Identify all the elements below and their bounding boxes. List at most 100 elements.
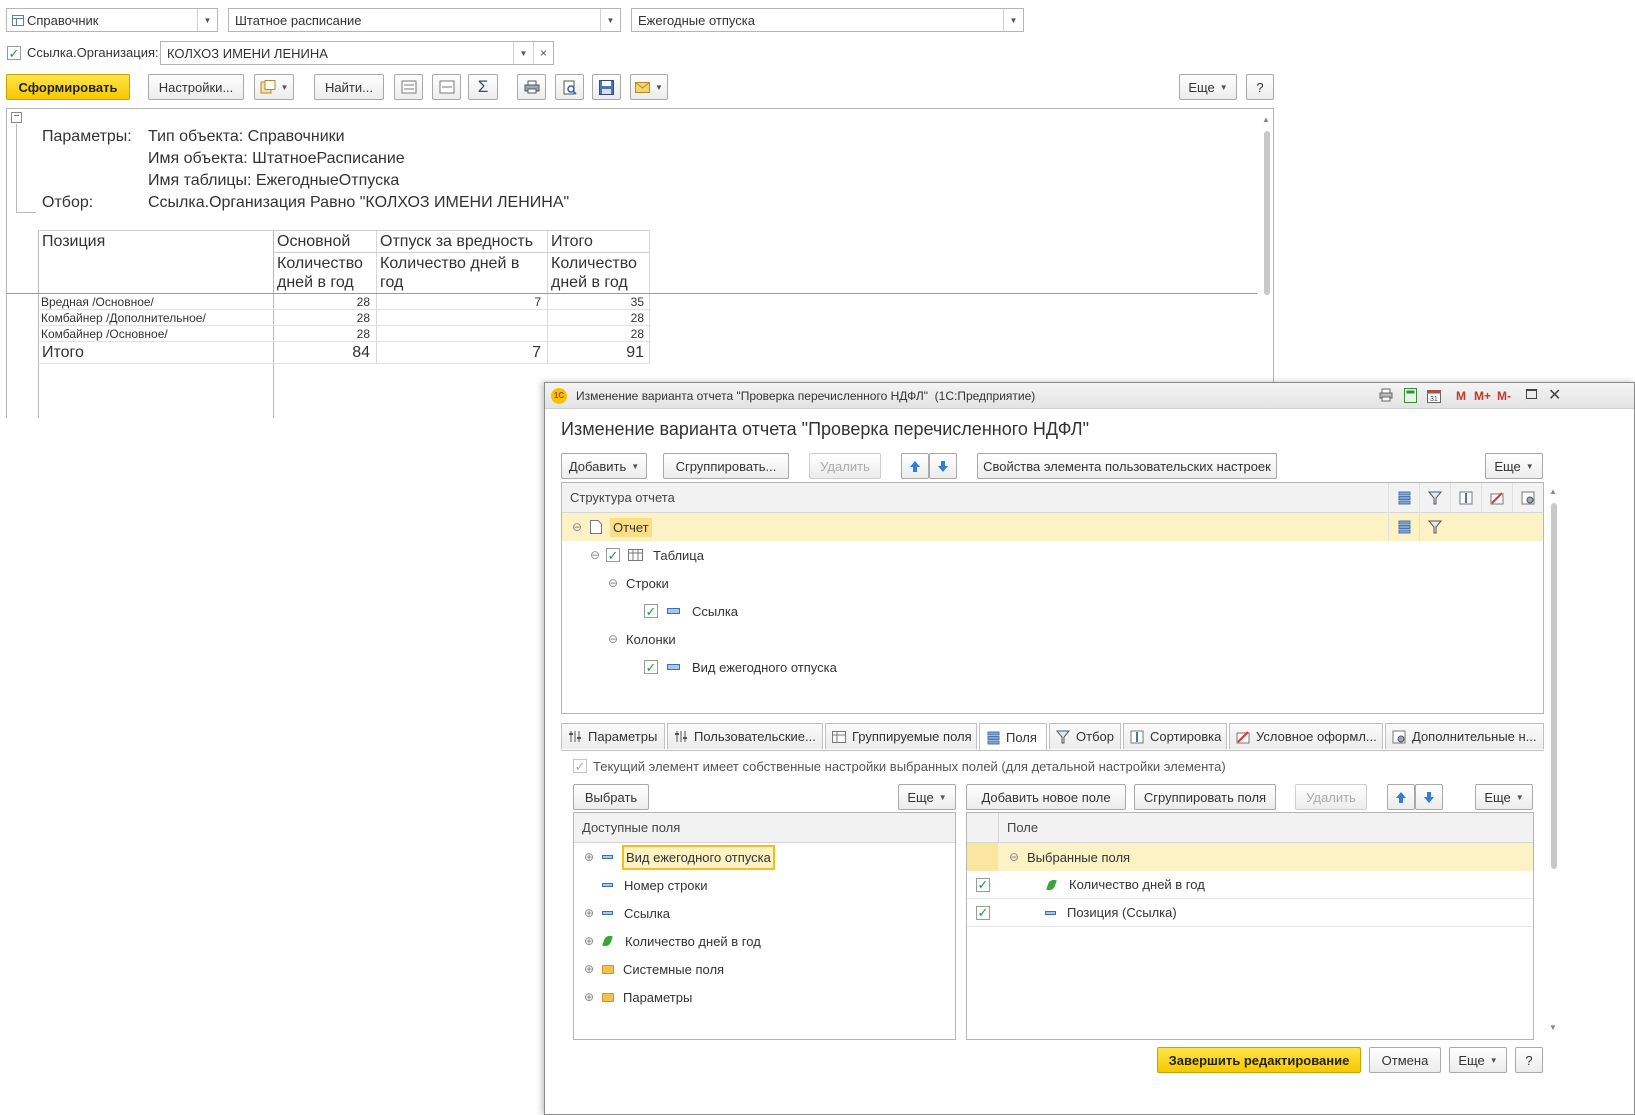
tab-parameters[interactable]: Параметры	[561, 723, 665, 749]
collapse-icon[interactable]: ⊖	[606, 576, 620, 590]
element-properties-button[interactable]: Свойства элемента пользовательских настр…	[977, 453, 1277, 479]
tab-additional[interactable]: Дополнительные н...	[1385, 723, 1544, 749]
print-icon[interactable]	[1379, 388, 1393, 405]
available-field-row[interactable]: ⊕ Вид ежегодного отпуска	[574, 843, 955, 871]
group-button[interactable]: Сгруппировать...	[663, 453, 789, 479]
variants-button[interactable]: ▼	[254, 74, 294, 100]
more-button[interactable]: Еще ▼	[1179, 74, 1237, 100]
right-move-down-button[interactable]	[1415, 784, 1443, 810]
send-mail-button[interactable]: ▼	[630, 74, 668, 100]
chevron-down-icon[interactable]: ▼	[197, 9, 217, 31]
clear-icon[interactable]: ×	[533, 42, 553, 64]
tab-fields[interactable]: Поля	[979, 723, 1047, 751]
selected-field-checkbox[interactable]: ✓	[976, 877, 990, 892]
collapse-icon[interactable]: ⊖	[570, 520, 584, 534]
collapse-groups-button[interactable]	[432, 74, 461, 100]
dialog-titlebar[interactable]: 1С Изменение варианта отчета "Проверка п…	[545, 383, 1634, 409]
memory-mplus-button[interactable]: M+	[1474, 389, 1491, 403]
available-field-row[interactable]: ⊕ Количество дней в год	[574, 927, 955, 955]
expand-icon[interactable]: ⊕	[582, 906, 596, 920]
tab-user-fields[interactable]: Пользовательские...	[667, 723, 823, 749]
add-field-button[interactable]: Добавить новое поле	[966, 784, 1126, 810]
tab-sorting[interactable]: Сортировка	[1123, 723, 1227, 749]
available-field-row[interactable]: ⊕ Параметры	[574, 983, 955, 1011]
object-name-select[interactable]: Штатное расписание ▼	[228, 8, 621, 32]
expand-icon[interactable]: ⊕	[582, 934, 596, 948]
preview-button[interactable]	[555, 74, 584, 100]
calendar-icon[interactable]: 31	[1427, 388, 1441, 406]
move-down-button[interactable]	[929, 453, 957, 479]
sum-button[interactable]: Σ	[468, 74, 498, 100]
select-button[interactable]: Выбрать	[573, 784, 649, 810]
tab-filter[interactable]: Отбор	[1049, 723, 1121, 749]
right-delete-button[interactable]: Удалить	[1295, 784, 1367, 810]
maximize-icon[interactable]	[1526, 389, 1537, 399]
memory-mminus-button[interactable]: M-	[1497, 389, 1511, 403]
structure-row-rows[interactable]: ⊖ Строки	[562, 569, 1543, 597]
tab-grouped-fields[interactable]: Группируемые поля	[825, 723, 977, 749]
footer-help-button[interactable]: ?	[1515, 1047, 1543, 1073]
close-icon[interactable]: ✕	[1548, 385, 1561, 405]
collapse-icon[interactable]: ⊖	[606, 632, 620, 646]
table-name-select[interactable]: Ежегодные отпуска ▼	[631, 8, 1024, 32]
chevron-down-icon[interactable]: ▼	[513, 42, 533, 64]
structure-row-columns[interactable]: ⊖ Колонки	[562, 625, 1543, 653]
report-variant-dialog[interactable]: 1С Изменение варианта отчета "Проверка п…	[544, 382, 1635, 1115]
table-checkbox[interactable]: ✓	[606, 548, 620, 562]
expand-icon[interactable]: ⊕	[582, 990, 596, 1004]
vertical-scrollbar[interactable]	[1264, 131, 1270, 295]
chevron-down-icon[interactable]: ▼	[600, 9, 620, 31]
link-checkbox[interactable]: ✓	[644, 604, 658, 618]
object-type-select[interactable]: Справочник ▼	[6, 8, 218, 32]
settings-button[interactable]: Настройки...	[148, 74, 244, 100]
group-fields-button[interactable]: Сгруппировать поля	[1134, 784, 1276, 810]
selected-fields-panel[interactable]: Поле ⊖ Выбранные поля ✓ Количество дней …	[966, 812, 1534, 1040]
report-structure-panel[interactable]: Структура отчета ⊖ Отчет ⊖ ✓ Таблица ⊖ С…	[561, 482, 1544, 714]
print-button[interactable]	[517, 74, 546, 100]
dialog-more-button[interactable]: Еще ▼	[1485, 453, 1543, 479]
available-field-row[interactable]: ⊕ Ссылка	[574, 899, 955, 927]
filter-checkbox[interactable]: ✓	[7, 46, 21, 60]
selected-field-row[interactable]: ✓ Количество дней в год	[967, 871, 1533, 899]
available-field-row[interactable]: ⊕ Системные поля	[574, 955, 955, 983]
own-settings-checkbox[interactable]: ✓	[573, 759, 587, 773]
leave-type-checkbox[interactable]: ✓	[644, 660, 658, 674]
available-fields-panel[interactable]: Доступные поля ⊕ Вид ежегодного отпуска …	[573, 812, 956, 1040]
collapse-icon[interactable]: ⊖	[1007, 850, 1021, 864]
finish-editing-button[interactable]: Завершить редактирование	[1157, 1047, 1361, 1073]
move-up-button[interactable]	[901, 453, 929, 479]
left-more-button[interactable]: Еще ▼	[898, 784, 956, 810]
expand-icon[interactable]: ⊕	[582, 962, 596, 976]
save-button[interactable]	[592, 74, 621, 100]
dialog-vertical-scrollbar[interactable]	[1551, 503, 1557, 869]
delete-button[interactable]: Удалить	[809, 453, 881, 479]
collapse-icon[interactable]: ⊖	[588, 548, 602, 562]
footer-more-button[interactable]: Еще ▼	[1449, 1047, 1507, 1073]
selected-field-row[interactable]: ✓ Позиция (Ссылка)	[967, 899, 1533, 927]
scroll-up-arrow[interactable]: ▲	[1262, 115, 1270, 124]
selected-field-checkbox[interactable]: ✓	[976, 905, 990, 920]
add-button[interactable]: Добавить ▼	[561, 453, 647, 479]
group-collapse-toggle[interactable]: −	[11, 112, 22, 123]
dialog-scroll-down-arrow[interactable]: ▼	[1549, 1023, 1557, 1032]
calculator-icon[interactable]	[1404, 388, 1417, 406]
tab-conditional-formatting[interactable]: Условное оформл...	[1229, 723, 1383, 749]
right-more-button[interactable]: Еще ▼	[1475, 784, 1533, 810]
dialog-scroll-up-arrow[interactable]: ▲	[1549, 487, 1557, 496]
cancel-button[interactable]: Отмена	[1369, 1047, 1441, 1073]
filter-value-field[interactable]: КОЛХОЗ ИМЕНИ ЛЕНИНА ▼ ×	[160, 41, 554, 65]
available-field-row[interactable]: Номер строки	[574, 871, 955, 899]
help-button[interactable]: ?	[1246, 74, 1274, 100]
find-button[interactable]: Найти...	[314, 74, 384, 100]
expand-icon[interactable]: ⊕	[582, 850, 596, 864]
report-document[interactable]: − Параметры: Тип объекта: Справочники Им…	[6, 108, 1274, 418]
selected-group-row[interactable]: ⊖ Выбранные поля	[967, 843, 1533, 871]
structure-row-table[interactable]: ⊖ ✓ Таблица	[562, 541, 1543, 569]
structure-row-leave-type[interactable]: ✓ Вид ежегодного отпуска	[562, 653, 1543, 681]
expand-groups-button[interactable]	[394, 74, 423, 100]
structure-row-link[interactable]: ✓ Ссылка	[562, 597, 1543, 625]
right-move-up-button[interactable]	[1387, 784, 1415, 810]
memory-m-button[interactable]: M	[1456, 389, 1466, 403]
chevron-down-icon[interactable]: ▼	[1003, 9, 1023, 31]
generate-button[interactable]: Сформировать	[6, 74, 130, 100]
